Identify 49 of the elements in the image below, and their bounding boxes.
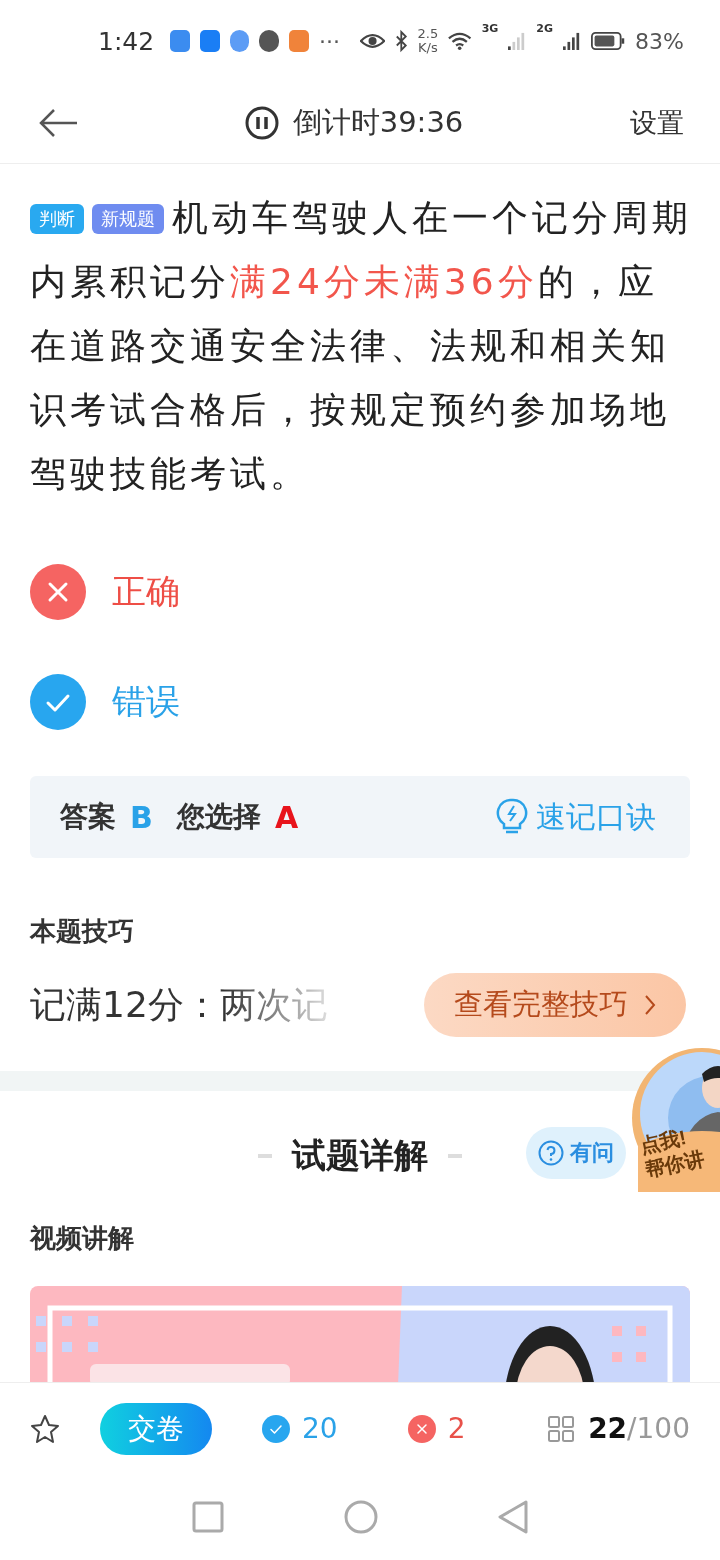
sim-label: 2G xyxy=(536,22,553,35)
question-icon xyxy=(538,1140,564,1166)
answer-option[interactable]: 错误 xyxy=(112,679,180,725)
home-icon[interactable] xyxy=(344,1500,378,1534)
settings-link[interactable]: 设置 xyxy=(630,104,684,141)
check-icon xyxy=(262,1414,290,1443)
correct-answer: B xyxy=(130,799,153,835)
current-question: 22 xyxy=(588,1412,628,1445)
grid-icon[interactable] xyxy=(548,1415,575,1442)
battery-percent: 83% xyxy=(635,28,684,54)
back-icon[interactable] xyxy=(498,1500,528,1534)
signal-icon xyxy=(508,31,527,51)
question-text: 判断 新规题 机动车驾驶人在一个记分周期内累积记分满24分未满36分 的，应在道路交通安全法律、法规和相关知识考试合格后，按规定预约参加场地驾驶技能考试。 xyxy=(30,196,693,496)
answer-option[interactable]: 正确 xyxy=(112,569,180,615)
ask-button[interactable]: 有问 xyxy=(526,1127,626,1179)
bluetooth-icon xyxy=(395,29,408,53)
full-tip-button[interactable]: 查看完整技巧 xyxy=(424,973,686,1037)
question-tag: 新规题 xyxy=(92,204,164,234)
chosen-label: 您选择 xyxy=(176,799,261,835)
section-title: 视频讲解 xyxy=(30,1222,134,1255)
question-tag: 判断 xyxy=(30,204,84,234)
mnemonic-button[interactable]: 速记口诀 xyxy=(496,796,656,838)
status-time: 1:42 xyxy=(98,26,155,56)
network-speed: 2.5 K/s xyxy=(417,27,439,55)
total-questions: /100 xyxy=(627,1412,690,1445)
wrong-count: 2 xyxy=(447,1412,466,1445)
sim-label: 3G xyxy=(481,22,499,35)
helper-badge[interactable]: 点我! 帮你讲 xyxy=(630,1046,720,1192)
answer-label: 答案 xyxy=(60,799,116,835)
pause-icon[interactable] xyxy=(244,105,279,140)
explain-title: 试题详解 xyxy=(292,1134,428,1177)
star-icon[interactable] xyxy=(30,1413,60,1444)
correct-count: 20 xyxy=(302,1412,338,1445)
signal-icon xyxy=(562,31,581,51)
section-title: 本题技巧 xyxy=(30,915,134,948)
cross-icon xyxy=(30,564,86,620)
check-icon xyxy=(30,674,86,730)
back-arrow-icon[interactable] xyxy=(38,107,78,138)
lightbulb-icon xyxy=(496,798,528,836)
chosen-answer: A xyxy=(274,799,299,835)
countdown-timer: 倒计时39:36 xyxy=(292,103,464,141)
chevron-right-icon xyxy=(644,994,656,1016)
recent-apps-icon[interactable] xyxy=(192,1501,224,1533)
more-notifications: ··· xyxy=(318,28,340,54)
submit-button[interactable]: 交卷 xyxy=(100,1402,212,1455)
wifi-icon xyxy=(448,31,472,51)
cross-icon xyxy=(407,1414,436,1443)
battery-icon xyxy=(590,31,626,51)
eye-icon xyxy=(359,32,385,50)
